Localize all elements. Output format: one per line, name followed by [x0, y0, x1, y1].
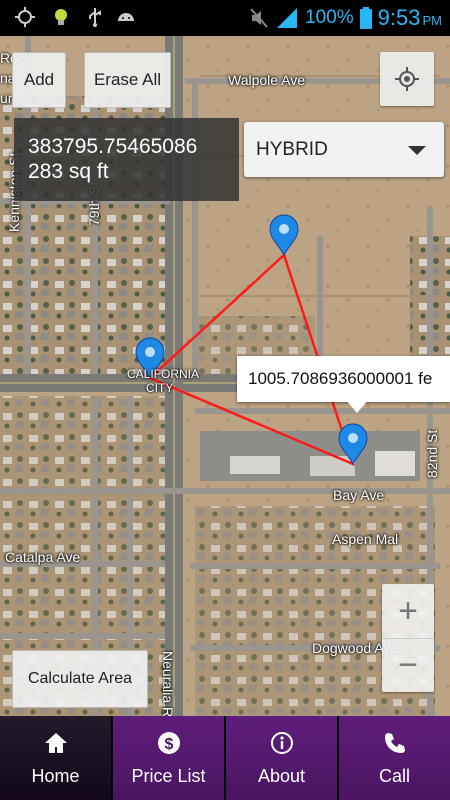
nav-home[interactable]: Home [0, 716, 111, 800]
crosshair-icon [395, 67, 419, 91]
distance-tooltip: 1005.7086936000001 fe [237, 356, 450, 402]
area-readout: 383795.75465086 283 sq ft [14, 118, 239, 201]
map-type-select[interactable]: HYBRID [244, 122, 444, 177]
dropdown-arrow-icon [408, 146, 426, 155]
street-label: Aspen Mal [332, 531, 399, 547]
battery-icon [359, 7, 372, 29]
zoom-controls: + − [382, 584, 434, 692]
street-label: Neuralia Rd [160, 651, 176, 716]
clock: 9:53 PM [377, 5, 442, 30]
map-type-value: HYBRID [256, 138, 328, 160]
signal-icon [277, 8, 298, 28]
gps-icon [15, 7, 35, 27]
my-location-button[interactable] [380, 52, 434, 106]
svg-text:$: $ [164, 736, 173, 753]
tooltip-tail [346, 400, 368, 413]
status-bar: 100% 9:53 PM [0, 0, 450, 36]
area-sqft: 283 sq ft [28, 160, 109, 183]
usb-icon [89, 8, 101, 27]
calculate-area-button[interactable]: Calculate Area [12, 650, 148, 708]
map-view[interactable]: Rock na ur Walpole Ave Kenniston St 79th… [0, 36, 450, 716]
street-label: 82nd St [424, 429, 440, 478]
info-icon [270, 731, 293, 754]
nav-label: Call [378, 765, 410, 786]
street-label: Walpole Ave [228, 72, 306, 88]
add-button[interactable]: Add [12, 52, 66, 108]
bulb-icon [55, 9, 67, 25]
nav-price-list[interactable]: $ Price List [111, 716, 224, 800]
nav-label: Home [31, 765, 80, 786]
mute-icon [250, 8, 268, 28]
nav-label: About [257, 765, 306, 786]
street-label: Bay Ave [333, 487, 385, 503]
zoom-out-button[interactable]: − [382, 638, 434, 692]
zoom-in-button[interactable]: + [382, 584, 434, 638]
dollar-icon: $ [157, 731, 180, 754]
street-label: CALIFORNIA [127, 367, 200, 381]
street-label: CITY [146, 381, 174, 395]
nav-about[interactable]: About [224, 716, 337, 800]
bottom-nav: Home $ Price List About Call [0, 716, 450, 800]
home-icon [44, 732, 67, 753]
android-icon [118, 13, 134, 21]
area-value: 383795.75465086 [28, 135, 198, 158]
erase-all-button[interactable]: Erase All [84, 52, 171, 108]
street-label: Catalpa Ave [5, 549, 81, 565]
nav-call[interactable]: Call [337, 716, 450, 800]
nav-label: Price List [131, 765, 206, 786]
phone-icon [384, 732, 405, 753]
street-label: ur [0, 90, 13, 106]
battery-percent: 100% [305, 7, 354, 28]
